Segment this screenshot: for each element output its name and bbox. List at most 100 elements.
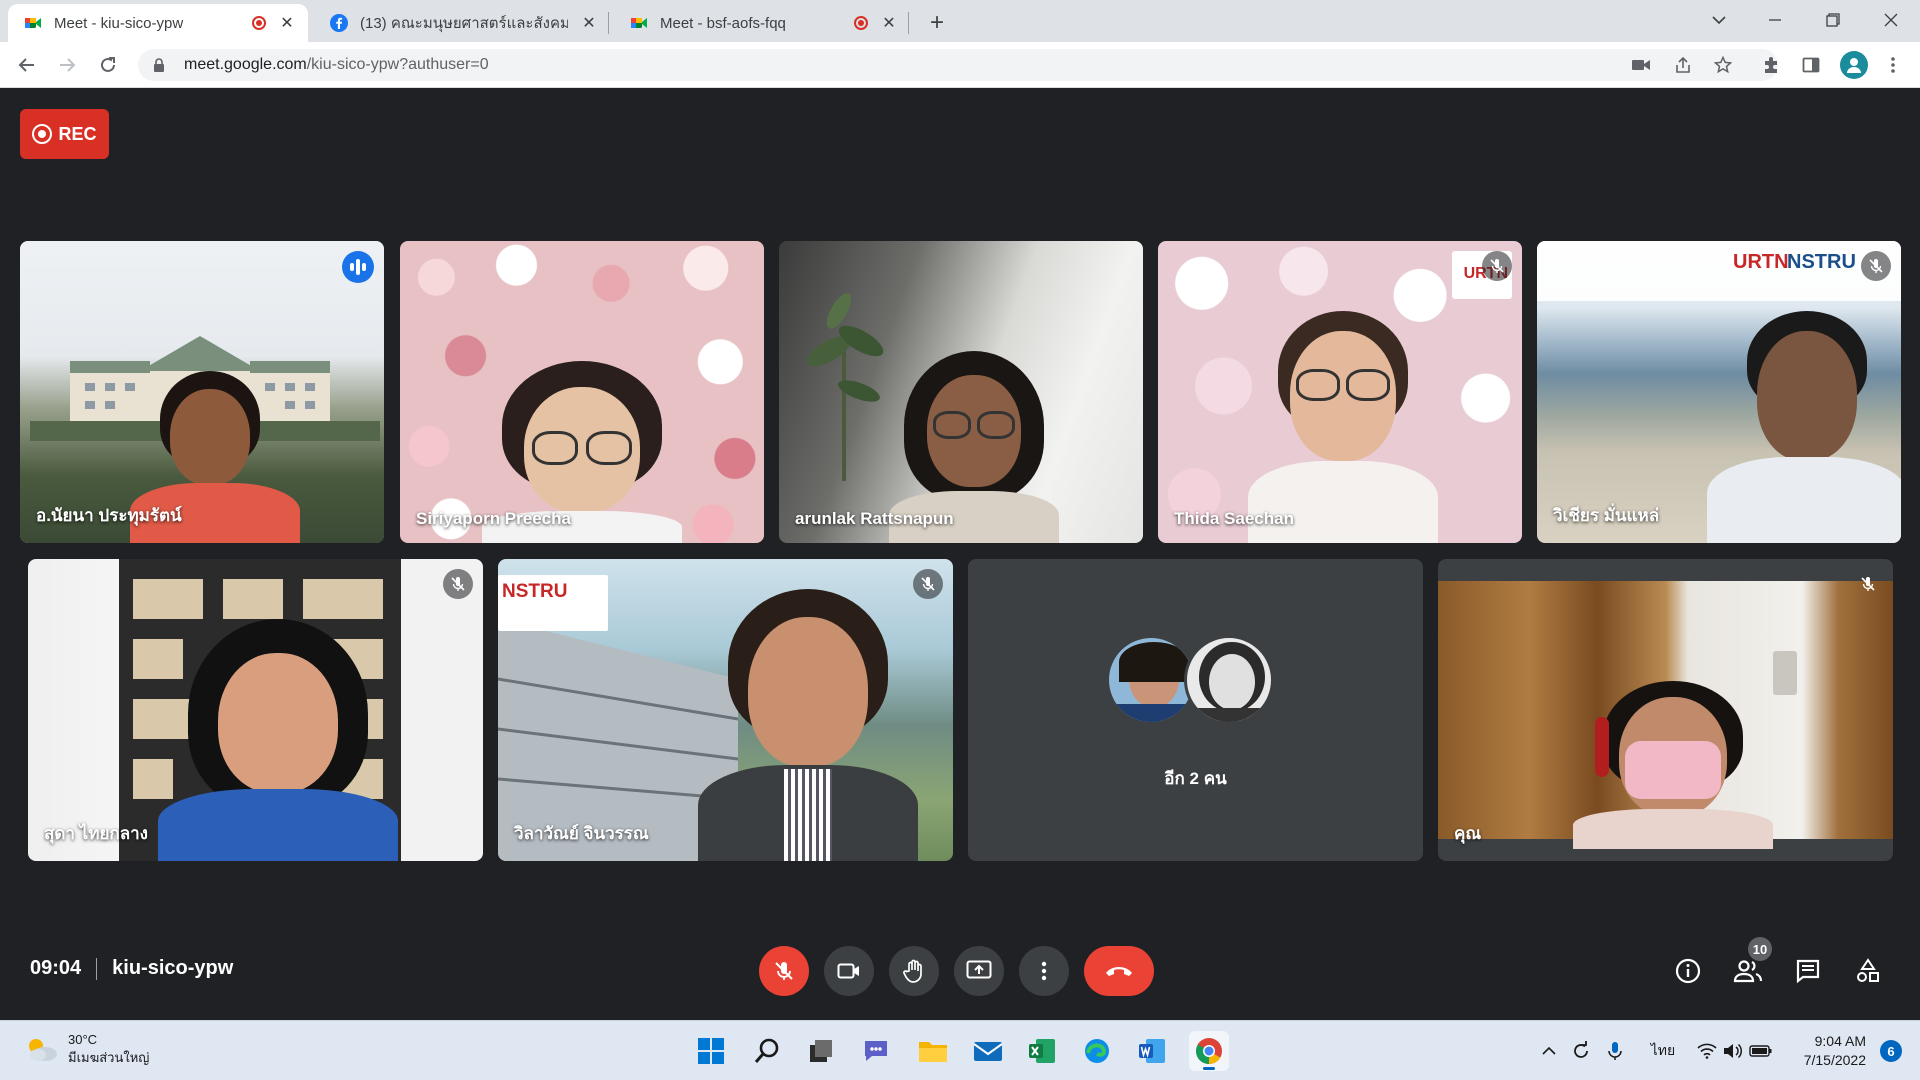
volume-icon[interactable] (1722, 1039, 1744, 1063)
logo-text: NSTRU (502, 581, 568, 602)
tab-separator (608, 12, 609, 34)
battery-icon[interactable] (1748, 1039, 1774, 1063)
participant-name: สุดา ไทยกลาง (44, 824, 148, 843)
minimize-icon[interactable] (1752, 0, 1798, 40)
overflow-participants-tile[interactable]: อีก 2 คน (968, 559, 1423, 861)
more-options-button[interactable] (1019, 946, 1069, 996)
task-view-icon (810, 1040, 832, 1062)
share-icon[interactable] (1672, 54, 1694, 76)
bookmark-star-icon[interactable] (1712, 54, 1734, 76)
record-icon (32, 124, 53, 144)
profile-avatar[interactable] (1840, 51, 1868, 79)
self-view-video (1438, 581, 1893, 849)
chrome-menu-icon[interactable] (1882, 54, 1904, 76)
address-bar[interactable]: meet.google.com/kiu-sico-ypw?authuser=0 (138, 49, 1778, 81)
mic-off-icon (1853, 569, 1883, 599)
windows-taskbar: 30°C มีเมฆส่วนใหญ่ ไทย 9:04 AM 7/15/2022… (0, 1020, 1920, 1080)
facebook-icon (330, 14, 348, 32)
participant-tile[interactable]: Siriyaporn Preecha (400, 241, 764, 543)
tab-meet-bsf[interactable]: Meet - bsf-aofs-fqq ✕ (614, 4, 910, 42)
participant-name: วิเชียร มั่นแหล่ (1553, 506, 1660, 525)
reload-icon[interactable] (93, 50, 123, 80)
participant-tile[interactable]: NSTRU วิลาวัณย์ จินวรรณ (498, 559, 953, 861)
participant-video (1707, 311, 1901, 543)
close-tab-icon[interactable]: ✕ (878, 12, 900, 34)
mic-off-icon (913, 569, 943, 599)
meeting-details-button[interactable] (1665, 948, 1711, 994)
tab-title: (13) คณะมนุษยศาสตร์และสังคมศาสตร (360, 15, 568, 32)
raise-hand-button[interactable] (889, 946, 939, 996)
start-button[interactable] (691, 1031, 731, 1071)
speaking-indicator-icon (342, 251, 374, 283)
windows-logo-icon (698, 1038, 724, 1064)
clock-date: 7/15/2022 (1803, 1052, 1866, 1068)
show-hidden-icons-chevron-icon[interactable] (1538, 1039, 1560, 1063)
weather-desc: มีเมฆส่วนใหญ่ (68, 1050, 150, 1065)
participant-tile[interactable]: คุณ (1438, 559, 1893, 861)
mic-toggle-button[interactable] (759, 946, 809, 996)
close-tab-icon[interactable]: ✕ (578, 12, 600, 34)
input-language[interactable]: ไทย (1648, 1039, 1678, 1063)
restore-icon[interactable] (1810, 0, 1856, 40)
participant-tile[interactable]: URTN NSTRU วิเชียร มั่นแหล่ (1537, 241, 1901, 543)
teams-chat-button[interactable] (856, 1031, 896, 1071)
browser-toolbar: meet.google.com/kiu-sico-ypw?authuser=0 (0, 42, 1920, 88)
search-taskbar-button[interactable] (747, 1031, 787, 1071)
participant-tile[interactable]: สุดา ไทยกลาง (28, 559, 483, 861)
notification-badge[interactable]: 6 (1880, 1040, 1902, 1062)
forward-arrow-icon[interactable] (52, 50, 82, 80)
edge-icon (1085, 1039, 1109, 1063)
leave-call-button[interactable] (1084, 946, 1154, 996)
logo-text: NSTRU (1787, 251, 1856, 273)
tab-title: Meet - bsf-aofs-fqq (660, 14, 786, 32)
participant-tile[interactable]: URTN Thida Saechan (1158, 241, 1522, 543)
chat-icon (1796, 959, 1820, 984)
new-tab-button[interactable]: + (922, 8, 952, 38)
camera-in-use-icon[interactable] (1630, 54, 1652, 76)
mail-button[interactable] (968, 1031, 1008, 1071)
activities-shapes-icon (1857, 958, 1879, 982)
wifi-icon[interactable] (1696, 1039, 1718, 1063)
google-meet-icon (631, 18, 647, 28)
file-explorer-button[interactable] (913, 1031, 953, 1071)
tab-meet-kiu[interactable]: Meet - kiu-sico-ypw ✕ (8, 4, 308, 42)
task-view-button[interactable] (801, 1031, 841, 1071)
tab-search-chevron-icon[interactable] (1696, 0, 1742, 40)
excel-icon (1029, 1039, 1055, 1063)
participant-name: Siriyaporn Preecha (416, 509, 571, 528)
activities-button[interactable] (1845, 948, 1891, 994)
word-button[interactable] (1132, 1031, 1172, 1071)
recording-indicator-icon (252, 16, 266, 30)
side-panel-icon[interactable] (1800, 54, 1822, 76)
microphone-icon[interactable] (1604, 1039, 1626, 1063)
recording-badge[interactable]: REC (20, 109, 109, 159)
mic-off-icon (443, 569, 473, 599)
logo-text: URTN (1733, 251, 1789, 273)
participant-name: Thida Saechan (1174, 509, 1294, 528)
participant-video (158, 619, 398, 861)
end-call-icon (1106, 967, 1132, 976)
participant-name: arunlak Rattsnapun (795, 509, 954, 528)
weather-widget[interactable]: 30°C มีเมฆส่วนใหญ่ (24, 1031, 149, 1067)
tab-facebook[interactable]: (13) คณะมนุษยศาสตร์และสังคมศาสตร ✕ (314, 4, 610, 42)
close-window-icon[interactable] (1868, 0, 1914, 40)
google-meet-icon (25, 18, 41, 28)
participant-tile[interactable]: arunlak Rattsnapun (779, 241, 1143, 543)
back-arrow-icon[interactable] (12, 50, 42, 80)
chat-button[interactable] (1785, 948, 1831, 994)
word-icon (1139, 1039, 1165, 1063)
weather-temp: 30°C (68, 1032, 98, 1047)
system-clock[interactable]: 9:04 AM 7/15/2022 (1804, 1032, 1866, 1070)
chrome-button[interactable] (1189, 1031, 1229, 1071)
edge-button[interactable] (1077, 1031, 1117, 1071)
excel-button[interactable] (1022, 1031, 1062, 1071)
meeting-time: 09:04 (30, 957, 82, 979)
extensions-puzzle-icon[interactable] (1760, 54, 1782, 76)
avatar (1183, 635, 1274, 725)
people-count-badge: 10 (1748, 937, 1772, 961)
present-screen-button[interactable] (954, 946, 1004, 996)
camera-toggle-button[interactable] (824, 946, 874, 996)
close-tab-icon[interactable]: ✕ (276, 12, 298, 34)
sync-icon[interactable] (1568, 1039, 1594, 1063)
participant-tile[interactable]: อ.นัยนา ประทุมรัตน์ (20, 241, 384, 543)
